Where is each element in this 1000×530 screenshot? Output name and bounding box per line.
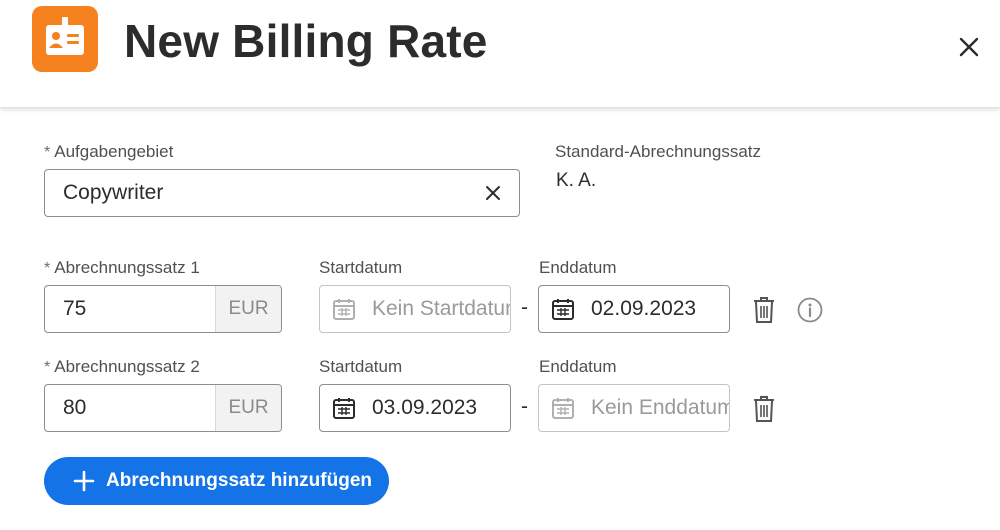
currency-suffix: EUR bbox=[215, 286, 281, 332]
delete-icon[interactable] bbox=[752, 395, 776, 423]
job-role-label-text: Aufgabengebiet bbox=[54, 142, 174, 161]
required-marker: * bbox=[44, 359, 51, 376]
badge-icon bbox=[32, 6, 98, 72]
rate-2-amount: 80 bbox=[63, 396, 87, 419]
rate-1-label-text: Abrechnungssatz 1 bbox=[54, 258, 200, 277]
rate-1-amount: 75 bbox=[63, 297, 87, 320]
job-role-field[interactable]: Copywriter bbox=[44, 169, 520, 217]
default-rate-value: K. A. bbox=[556, 170, 597, 191]
rate-2-start-date-picker[interactable]: 03.09.2023 bbox=[319, 384, 511, 432]
job-role-value: Copywriter bbox=[63, 181, 164, 204]
rate-2-start-value: 03.09.2023 bbox=[372, 396, 478, 419]
rate-2-start-label: Startdatum bbox=[319, 357, 403, 376]
rate-2-end-date-picker[interactable]: Kein Enddatum bbox=[538, 384, 730, 432]
rate-1-end-label: Enddatum bbox=[539, 258, 617, 277]
date-separator: - bbox=[521, 296, 528, 319]
date-separator: - bbox=[521, 395, 528, 418]
default-rate-label: Standard-Abrechnungssatz bbox=[555, 142, 762, 161]
page-title: New Billing Rate bbox=[124, 15, 488, 67]
rate-2-end-label: Enddatum bbox=[539, 357, 617, 376]
add-billing-rate-label: Abrechnungssatz hinzufügen bbox=[106, 470, 372, 491]
info-icon[interactable] bbox=[797, 297, 823, 323]
required-marker: * bbox=[44, 144, 51, 161]
rate-2-label-text: Abrechnungssatz 2 bbox=[54, 357, 200, 376]
calendar-icon bbox=[551, 297, 575, 321]
rate-2-label: * Abrechnungssatz 2 bbox=[44, 357, 200, 377]
add-billing-rate-button[interactable]: Abrechnungssatz hinzufügen bbox=[44, 457, 389, 505]
clear-icon[interactable] bbox=[483, 183, 503, 203]
rate-1-end-value: 02.09.2023 bbox=[591, 297, 697, 320]
calendar-icon bbox=[551, 396, 575, 420]
required-marker: * bbox=[44, 260, 51, 277]
rate-2-amount-input[interactable]: 80 EUR bbox=[44, 384, 282, 432]
calendar-icon bbox=[332, 396, 356, 420]
rate-1-start-date-picker[interactable]: Kein Startdatum bbox=[319, 285, 511, 333]
rate-1-end-date-picker[interactable]: 02.09.2023 bbox=[538, 285, 730, 333]
rate-1-label: * Abrechnungssatz 1 bbox=[44, 258, 200, 278]
delete-icon[interactable] bbox=[752, 296, 776, 324]
dialog-header: New Billing Rate bbox=[0, 0, 1000, 108]
rate-1-amount-input[interactable]: 75 EUR bbox=[44, 285, 282, 333]
plus-icon bbox=[72, 469, 96, 493]
currency-suffix: EUR bbox=[215, 385, 281, 431]
rate-2-end-placeholder: Kein Enddatum bbox=[591, 396, 730, 419]
job-role-label: * Aufgabengebiet bbox=[44, 142, 173, 162]
rate-1-start-placeholder: Kein Startdatum bbox=[372, 297, 511, 320]
calendar-icon bbox=[332, 297, 356, 321]
close-icon[interactable] bbox=[952, 30, 986, 64]
rate-1-start-label: Startdatum bbox=[319, 258, 403, 277]
